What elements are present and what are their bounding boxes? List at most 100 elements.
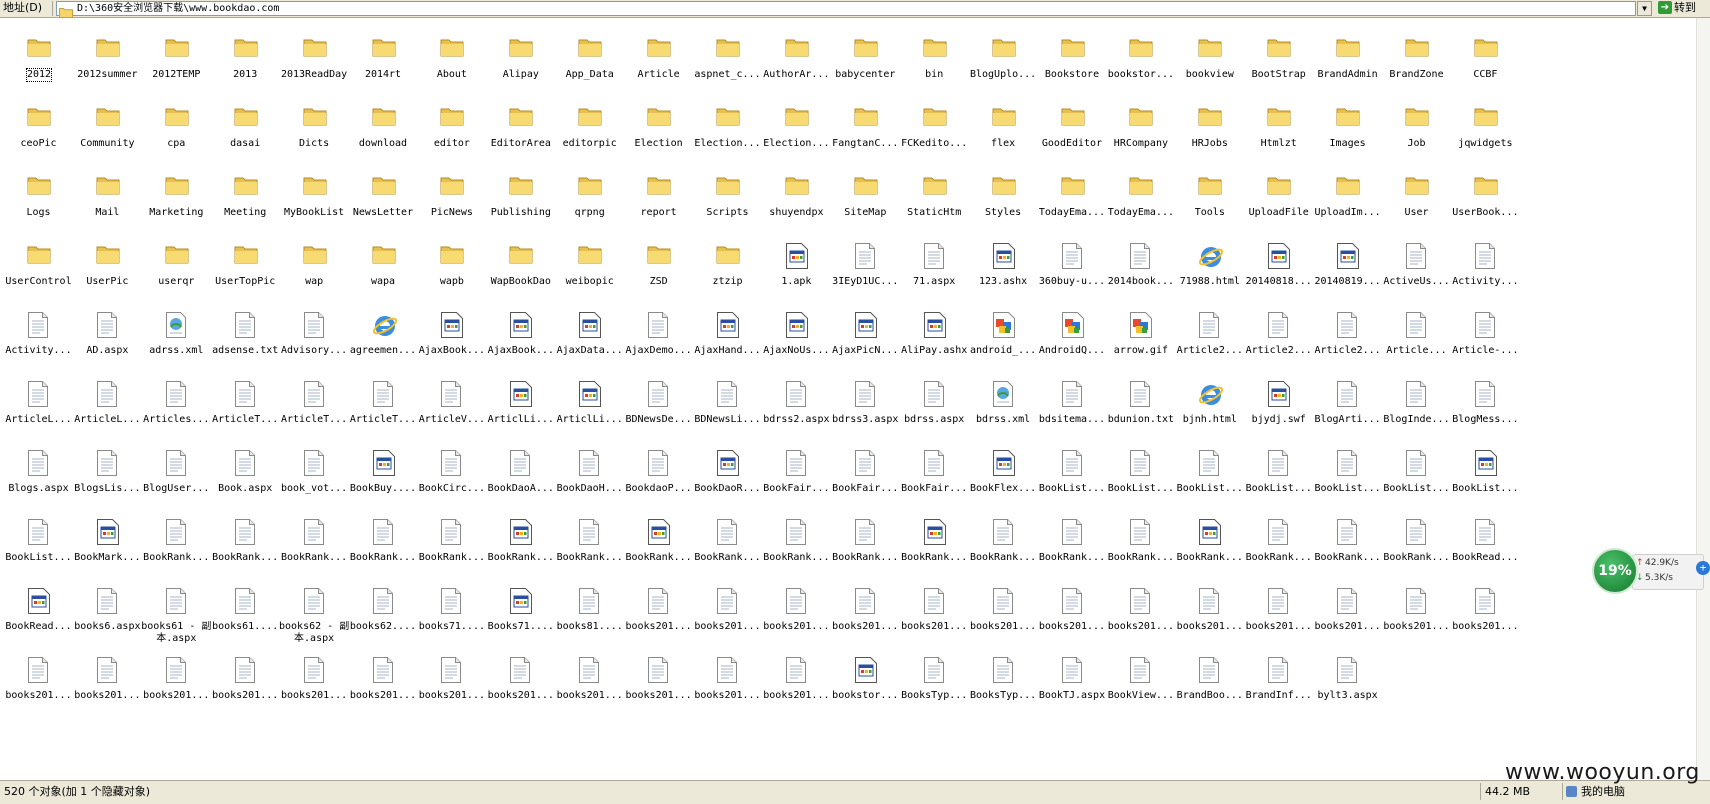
folder-item[interactable]: wapa	[346, 232, 421, 302]
folder-item[interactable]: download	[346, 94, 421, 164]
file-item[interactable]: BlogArti...	[1310, 370, 1385, 440]
folder-item[interactable]: wapb	[414, 232, 489, 302]
file-item[interactable]: books201...	[483, 646, 558, 716]
file-item[interactable]: BookRank...	[208, 508, 283, 578]
file-item[interactable]: Blogs.aspx	[1, 439, 76, 509]
folder-item[interactable]: UserControl	[1, 232, 76, 302]
file-item[interactable]: BlogInde...	[1379, 370, 1454, 440]
file-item[interactable]: BDNewsDe...	[621, 370, 696, 440]
folder-item[interactable]: CCBF	[1448, 25, 1523, 95]
file-item[interactable]: BookRank...	[1172, 508, 1247, 578]
file-item[interactable]: Article2...	[1172, 301, 1247, 371]
file-item[interactable]: Article2...	[1310, 301, 1385, 371]
file-item[interactable]: Activity...	[1448, 232, 1523, 302]
folder-item[interactable]: Dicts	[277, 94, 352, 164]
folder-item[interactable]: userqr	[139, 232, 214, 302]
file-item[interactable]: bdrss3.aspx	[828, 370, 903, 440]
file-item[interactable]: BookRank...	[552, 508, 627, 578]
file-item[interactable]: ArticleT...	[277, 370, 352, 440]
file-item[interactable]: BookRank...	[690, 508, 765, 578]
file-item[interactable]: Activity...	[1, 301, 76, 371]
file-item[interactable]: AjaxBook...	[483, 301, 558, 371]
folder-item[interactable]: qrpng	[552, 163, 627, 233]
file-item[interactable]: BookFair...	[897, 439, 972, 509]
file-item[interactable]: books201...	[414, 646, 489, 716]
file-item[interactable]: bjydj.swf	[1241, 370, 1316, 440]
folder-item[interactable]: Job	[1379, 94, 1454, 164]
file-item[interactable]: books201...	[966, 577, 1041, 647]
file-item[interactable]: books201...	[759, 577, 834, 647]
file-item[interactable]: books201...	[897, 577, 972, 647]
folder-item[interactable]: ZSD	[621, 232, 696, 302]
file-item[interactable]: BookCirc...	[414, 439, 489, 509]
file-item[interactable]: BookRank...	[1035, 508, 1110, 578]
file-item[interactable]: BookRank...	[759, 508, 834, 578]
file-item[interactable]: android_...	[966, 301, 1041, 371]
folder-item[interactable]: FangtanC...	[828, 94, 903, 164]
file-item[interactable]: BookMark...	[70, 508, 145, 578]
file-item[interactable]: books201...	[346, 646, 421, 716]
folder-item[interactable]: aspnet_c...	[690, 25, 765, 95]
folder-item[interactable]: Election...	[690, 94, 765, 164]
file-item[interactable]: BookRank...	[483, 508, 558, 578]
folder-item[interactable]: BrandAdmin	[1310, 25, 1385, 95]
file-item[interactable]: books201...	[552, 646, 627, 716]
file-item[interactable]: BookRead...	[1448, 508, 1523, 578]
file-item[interactable]: BookDaoA...	[483, 439, 558, 509]
folder-item[interactable]: EditorArea	[483, 94, 558, 164]
file-item[interactable]: BookRank...	[346, 508, 421, 578]
file-item[interactable]: BookRank...	[621, 508, 696, 578]
file-item[interactable]: bdrss.xml	[966, 370, 1041, 440]
file-item[interactable]: BookRead...	[1, 577, 76, 647]
file-item[interactable]: books201...	[759, 646, 834, 716]
folder-item[interactable]: Mail	[70, 163, 145, 233]
file-item[interactable]: BookList...	[1, 508, 76, 578]
file-item[interactable]: agreemen...	[346, 301, 421, 371]
file-item[interactable]: Books71....	[483, 577, 558, 647]
file-item[interactable]: BrandBoo...	[1172, 646, 1247, 716]
folder-item[interactable]: UserTopPic	[208, 232, 283, 302]
file-item[interactable]: BookRank...	[277, 508, 352, 578]
file-item[interactable]: BlogUser...	[139, 439, 214, 509]
file-item[interactable]: books201...	[621, 577, 696, 647]
file-item[interactable]: BookRank...	[1241, 508, 1316, 578]
file-item[interactable]: books201...	[1, 646, 76, 716]
folder-item[interactable]: wap	[277, 232, 352, 302]
file-item[interactable]: bdunion.txt	[1103, 370, 1178, 440]
file-item[interactable]: books62....	[346, 577, 421, 647]
file-item[interactable]: books201...	[1310, 577, 1385, 647]
folder-item[interactable]: dasai	[208, 94, 283, 164]
file-item[interactable]: ActiveUs...	[1379, 232, 1454, 302]
folder-item[interactable]: Logs	[1, 163, 76, 233]
file-item[interactable]: books201...	[828, 577, 903, 647]
file-item[interactable]: AjaxHand...	[690, 301, 765, 371]
file-item[interactable]: BookRank...	[828, 508, 903, 578]
folder-item[interactable]: 2012	[1, 25, 76, 95]
file-item[interactable]: adrss.xml	[139, 301, 214, 371]
folder-item[interactable]: Election...	[759, 94, 834, 164]
file-item[interactable]: BooksTyp...	[897, 646, 972, 716]
file-item[interactable]: AliPay.ashx	[897, 301, 972, 371]
folder-item[interactable]: Styles	[966, 163, 1041, 233]
folder-item[interactable]: NewsLetter	[346, 163, 421, 233]
file-item[interactable]: BookView...	[1103, 646, 1178, 716]
folder-item[interactable]: weibopic	[552, 232, 627, 302]
file-item[interactable]: BlogsLis...	[70, 439, 145, 509]
folder-item[interactable]: Tools	[1172, 163, 1247, 233]
file-item[interactable]: books201...	[277, 646, 352, 716]
file-item[interactable]: BookRank...	[139, 508, 214, 578]
file-item[interactable]: books71....	[414, 577, 489, 647]
folder-item[interactable]: BlogUplo...	[966, 25, 1041, 95]
file-item[interactable]: bylt3.aspx	[1310, 646, 1385, 716]
file-item[interactable]: books201...	[70, 646, 145, 716]
file-item[interactable]: BookDaoR...	[690, 439, 765, 509]
folder-item[interactable]: editor	[414, 94, 489, 164]
folder-item[interactable]: Images	[1310, 94, 1385, 164]
file-item[interactable]: bdrss.aspx	[897, 370, 972, 440]
folder-item[interactable]: FCKedito...	[897, 94, 972, 164]
folder-item[interactable]: User	[1379, 163, 1454, 233]
file-item[interactable]: Article-...	[1448, 301, 1523, 371]
file-item[interactable]: ArticleT...	[346, 370, 421, 440]
folder-item[interactable]: Article	[621, 25, 696, 95]
file-item[interactable]: BlogMess...	[1448, 370, 1523, 440]
